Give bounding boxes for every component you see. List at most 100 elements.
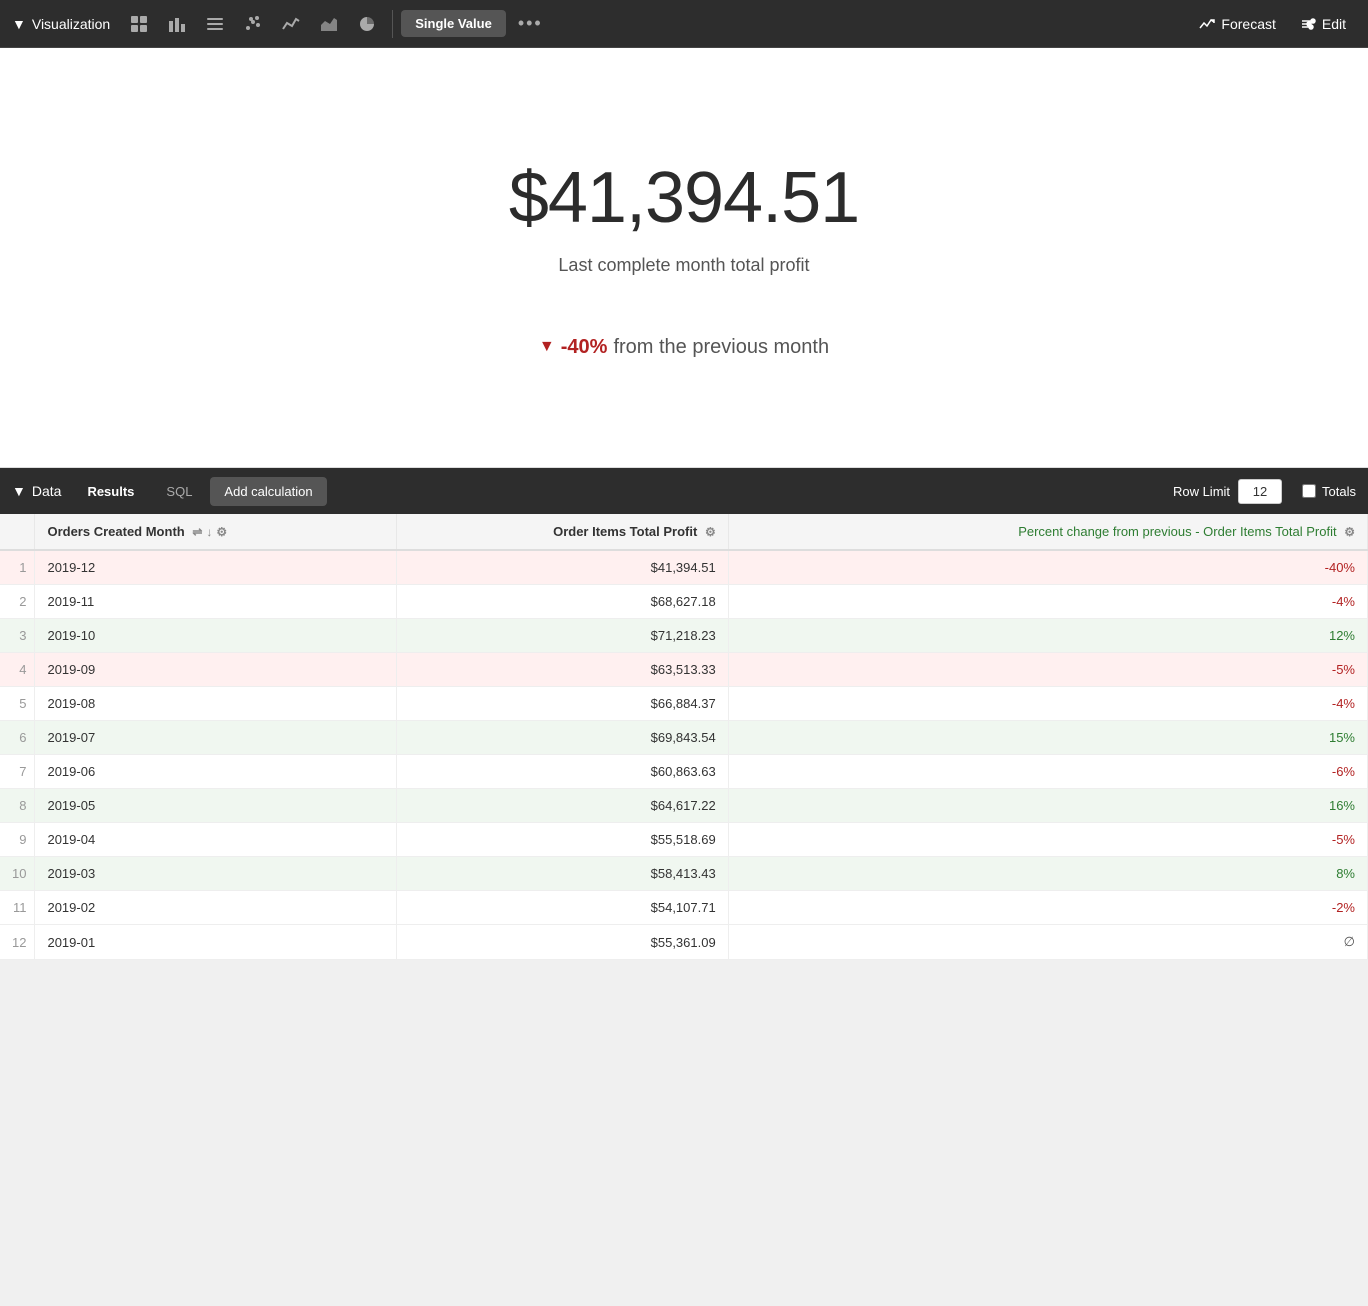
data-dropdown-arrow-icon[interactable]: ▼ — [12, 483, 26, 499]
profit-cell: $60,863.63 — [397, 755, 729, 789]
profit-cell: $68,627.18 — [397, 585, 729, 619]
pct-change-cell: -6% — [728, 755, 1367, 789]
pct-change-cell: 8% — [728, 857, 1367, 891]
table-row: 92019-04$55,518.69-5% — [0, 823, 1368, 857]
forecast-label: Forecast — [1221, 16, 1275, 32]
pct-change-cell: -5% — [728, 653, 1367, 687]
visualization-label: ▼ Visualization — [12, 16, 110, 32]
edit-button[interactable]: Edit — [1290, 10, 1356, 38]
table-view-button[interactable] — [122, 9, 156, 39]
row-number: 4 — [0, 653, 35, 687]
month-cell: 2019-05 — [35, 789, 397, 823]
data-toolbar: ▼ Data Results SQL Add calculation Row L… — [0, 468, 1368, 514]
area-chart-button[interactable] — [312, 9, 346, 39]
month-cell: 2019-01 — [35, 925, 397, 960]
row-limit-input[interactable] — [1238, 479, 1282, 504]
table-row: 62019-07$69,843.5415% — [0, 721, 1368, 755]
month-column-title: Orders Created Month — [47, 524, 184, 539]
profit-cell: $55,518.69 — [397, 823, 729, 857]
table-row: 122019-01$55,361.09∅ — [0, 925, 1368, 960]
profit-column-controls: ⚙ — [705, 525, 716, 539]
results-tab[interactable]: Results — [73, 476, 148, 507]
pct-change-settings-icon[interactable]: ⚙ — [1344, 525, 1355, 539]
profit-cell: $69,843.54 — [397, 721, 729, 755]
month-cell: 2019-02 — [35, 891, 397, 925]
month-cell: 2019-03 — [35, 857, 397, 891]
row-limit-section: Row Limit — [1173, 479, 1282, 504]
table-row: 32019-10$71,218.2312% — [0, 619, 1368, 653]
row-number: 1 — [0, 550, 35, 585]
single-value-description: Last complete month total profit — [558, 255, 809, 276]
add-calculation-button[interactable]: Add calculation — [210, 477, 326, 506]
pct-change-cell: -4% — [728, 687, 1367, 721]
profit-cell: $71,218.23 — [397, 619, 729, 653]
single-value-button[interactable]: Single Value — [401, 10, 506, 37]
profit-column-bold-title: Total Profit — [630, 524, 698, 539]
dropdown-arrow-icon[interactable]: ▼ — [12, 16, 26, 32]
visualization-toolbar: ▼ Visualization Single Value ••• Forecas… — [0, 0, 1368, 48]
row-number: 7 — [0, 755, 35, 789]
bar-chart-button[interactable] — [160, 9, 194, 39]
month-cell: 2019-04 — [35, 823, 397, 857]
table-header-row: Orders Created Month ⇌ ↓ ⚙ Order Items T… — [0, 514, 1368, 550]
profit-cell: $64,617.22 — [397, 789, 729, 823]
row-number: 2 — [0, 585, 35, 619]
profit-cell: $55,361.09 — [397, 925, 729, 960]
totals-section: Totals — [1302, 484, 1356, 499]
line-chart-button[interactable] — [274, 9, 308, 39]
profit-cell: $66,884.37 — [397, 687, 729, 721]
table-row: 42019-09$63,513.33-5% — [0, 653, 1368, 687]
month-cell: 2019-12 — [35, 550, 397, 585]
profit-cell: $54,107.71 — [397, 891, 729, 925]
edit-label: Edit — [1322, 16, 1346, 32]
totals-checkbox[interactable] — [1302, 484, 1316, 498]
pie-chart-button[interactable] — [350, 9, 384, 39]
row-number: 5 — [0, 687, 35, 721]
pct-change-cell: 15% — [728, 721, 1367, 755]
single-value-number: $41,394.51 — [509, 157, 859, 239]
profit-cell: $41,394.51 — [397, 550, 729, 585]
pct-change-cell: -2% — [728, 891, 1367, 925]
month-column-header: Orders Created Month ⇌ ↓ ⚙ — [35, 514, 397, 550]
month-cell: 2019-11 — [35, 585, 397, 619]
profit-column-header: Order Items Total Profit ⚙ — [397, 514, 729, 550]
pct-change-column-header: Percent change from previous - Order Ite… — [728, 514, 1367, 550]
scatter-plot-button[interactable] — [236, 9, 270, 39]
month-column-controls: ⇌ ↓ ⚙ — [192, 525, 227, 539]
single-value-comparison: ▼ -40% from the previous month — [539, 336, 829, 359]
toolbar-divider-1 — [392, 10, 393, 38]
pct-change-cell: 16% — [728, 789, 1367, 823]
forecast-button[interactable]: Forecast — [1189, 10, 1285, 38]
totals-label: Totals — [1322, 484, 1356, 499]
month-settings-icon[interactable]: ⚙ — [216, 525, 227, 539]
row-number: 8 — [0, 789, 35, 823]
table-row: 52019-08$66,884.37-4% — [0, 687, 1368, 721]
single-value-display: $41,394.51 Last complete month total pro… — [0, 48, 1368, 468]
month-cell: 2019-09 — [35, 653, 397, 687]
profit-settings-icon[interactable]: ⚙ — [705, 525, 716, 539]
comparison-text: from the previous month — [613, 336, 829, 359]
month-cell: 2019-07 — [35, 721, 397, 755]
data-section-label: ▼ Data — [12, 483, 61, 499]
sql-tab[interactable]: SQL — [152, 476, 206, 507]
row-number: 11 — [0, 891, 35, 925]
more-options-button[interactable]: ••• — [510, 7, 551, 40]
pct-change-cell: ∅ — [728, 925, 1367, 960]
row-limit-label: Row Limit — [1173, 484, 1230, 499]
results-table: Orders Created Month ⇌ ↓ ⚙ Order Items T… — [0, 514, 1368, 960]
row-number: 12 — [0, 925, 35, 960]
comparison-arrow-icon: ▼ — [539, 338, 555, 356]
list-view-button[interactable] — [198, 9, 232, 39]
table-row: 102019-03$58,413.438% — [0, 857, 1368, 891]
comparison-percentage: -40% — [561, 336, 608, 359]
month-cell: 2019-06 — [35, 755, 397, 789]
table-row: 82019-05$64,617.2216% — [0, 789, 1368, 823]
pct-change-column-controls: ⚙ — [1344, 525, 1355, 539]
month-sort-icon[interactable]: ⇌ — [192, 525, 202, 539]
profit-cell: $63,513.33 — [397, 653, 729, 687]
pct-change-cell: 12% — [728, 619, 1367, 653]
table-row: 112019-02$54,107.71-2% — [0, 891, 1368, 925]
row-number: 6 — [0, 721, 35, 755]
month-filter-icon[interactable]: ↓ — [206, 525, 212, 539]
row-number: 10 — [0, 857, 35, 891]
